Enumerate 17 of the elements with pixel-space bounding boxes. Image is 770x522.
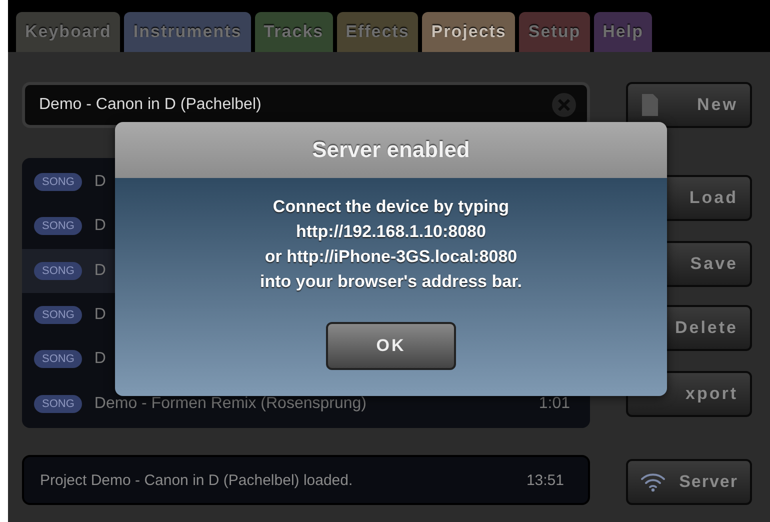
song-name: D	[94, 217, 106, 236]
song-name: D	[94, 262, 106, 280]
song-tag: SONG	[34, 217, 82, 236]
dialog-title: Server enabled	[115, 122, 667, 178]
song-name: D	[94, 306, 106, 324]
song-tag: SONG	[34, 394, 82, 413]
song-duration: 1:01	[538, 394, 570, 413]
status-message: Project Demo - Canon in D (Pachelbel) loaded.	[40, 472, 353, 488]
song-tag: SONG	[34, 262, 82, 280]
song-name: D	[94, 173, 106, 192]
status-time: 13:51	[526, 472, 564, 488]
song-tag: SONG	[34, 350, 82, 368]
song-name: D	[94, 350, 106, 368]
song-tag: SONG	[34, 173, 82, 192]
dialog-message: Connect the device by typing http://192.168.1.10:8080 or http://iPhone-3GS.local:8080 into your browser's address bar.	[260, 196, 522, 293]
song-tag: SONG	[34, 306, 82, 324]
song-name: Demo - Formen Remix (Rosensprung)	[94, 394, 366, 413]
